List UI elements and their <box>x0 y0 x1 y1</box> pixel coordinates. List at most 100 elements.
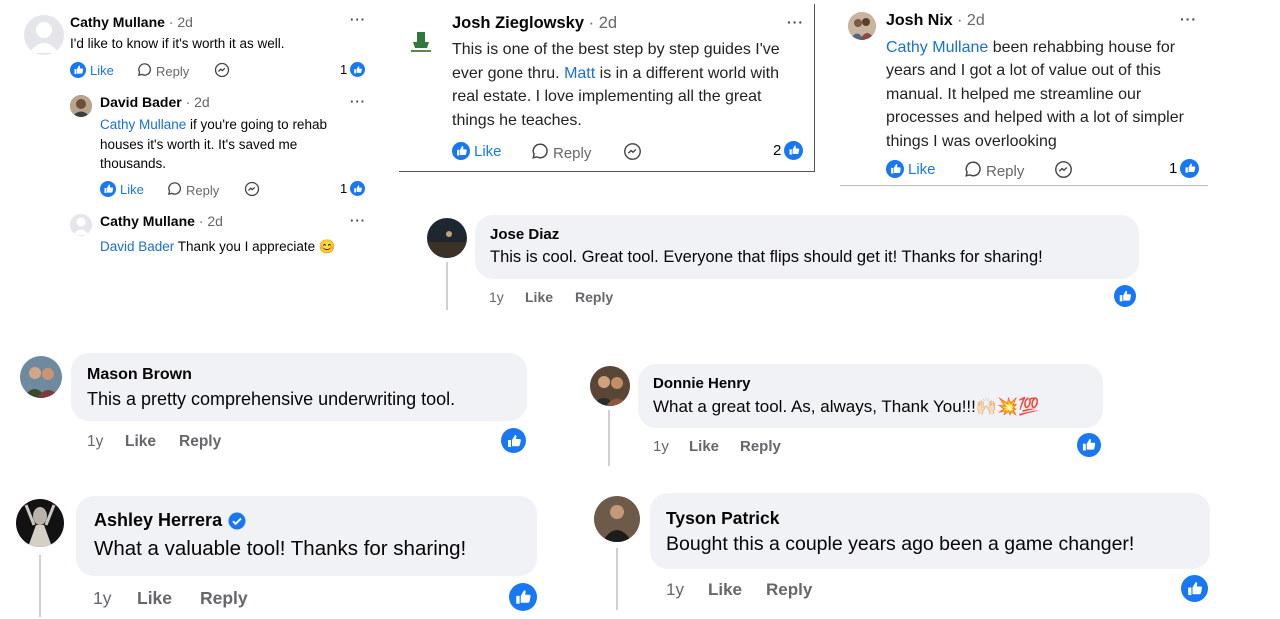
like-reaction-icon[interactable] <box>509 583 537 611</box>
comment-time[interactable]: · 2d <box>169 14 193 30</box>
comment-bubble: Donnie Henry What a great tool. As, alwa… <box>638 364 1103 428</box>
more-options-icon[interactable]: ··· <box>1180 11 1197 27</box>
reply-button[interactable]: Reply <box>200 588 248 609</box>
like-button[interactable]: Like <box>137 588 172 609</box>
like-button[interactable]: Like <box>125 433 156 451</box>
commenter-name[interactable]: David Bader <box>100 94 182 110</box>
reply-button[interactable]: Reply <box>137 62 189 80</box>
commenter-name[interactable]: Josh Zieglowsky <box>452 14 584 32</box>
reply-label: Reply <box>553 144 592 162</box>
like-button[interactable]: Like <box>452 142 502 160</box>
messenger-share-icon[interactable] <box>1054 160 1073 179</box>
commenter-name[interactable]: Cathy Mullane <box>70 14 165 30</box>
reply-label: Reply <box>986 162 1025 180</box>
more-options-icon[interactable]: ··· <box>350 12 366 27</box>
commenter-name[interactable]: Donnie Henry <box>653 375 751 392</box>
comment-text: Cathy Mullane if you're going to rehab h… <box>100 115 362 174</box>
comment-age[interactable]: 1y <box>93 588 111 609</box>
reply-button[interactable]: Reply <box>766 580 812 600</box>
avatar[interactable] <box>24 15 64 55</box>
avatar[interactable] <box>70 95 92 117</box>
reply-button[interactable]: Reply <box>531 142 591 164</box>
thread-line <box>446 262 448 310</box>
comment-text: This is one of the best step by step gui… <box>452 38 804 132</box>
josh-zieglowsky-panel: Josh Zieglowsky · 2d ··· This is one of … <box>399 4 815 172</box>
like-reaction-icon[interactable] <box>1181 575 1208 602</box>
verified-badge-icon <box>228 512 246 530</box>
comment-time[interactable]: · 2d <box>186 94 210 110</box>
comment-text: This is cool. Great tool. Everyone that … <box>490 248 1043 266</box>
like-button[interactable]: Like <box>708 580 742 600</box>
comment-time[interactable]: · 2d <box>957 12 985 29</box>
thread-line <box>608 410 610 466</box>
comment-text: I'd like to know if it's worth it as wel… <box>70 36 285 51</box>
like-label: Like <box>474 142 502 160</box>
mention-link[interactable]: David Bader <box>100 239 174 254</box>
reply-bubble-icon <box>964 160 982 182</box>
like-button[interactable]: Like <box>689 438 719 455</box>
mention-link[interactable]: Matt <box>564 65 595 82</box>
comment-text: This a pretty comprehensive underwriting… <box>87 389 456 409</box>
avatar[interactable] <box>427 218 467 258</box>
josh-nix-panel: Josh Nix · 2d ··· Cathy Mullane been reh… <box>840 4 1208 186</box>
mention-link[interactable]: Cathy Mullane <box>886 39 988 56</box>
reaction-count[interactable]: 2 <box>773 142 781 159</box>
comment-age[interactable]: 1y <box>87 433 103 451</box>
like-icon <box>886 160 904 178</box>
commenter-name[interactable]: Cathy Mullane <box>100 213 195 229</box>
comment-bubble: Mason Brown This a pretty comprehensive … <box>71 353 527 421</box>
like-icon <box>70 62 86 78</box>
more-options-icon[interactable]: ··· <box>350 94 366 109</box>
messenger-share-icon[interactable] <box>623 142 642 161</box>
reply-label: Reply <box>156 63 190 79</box>
commenter-name[interactable]: Mason Brown <box>87 366 192 384</box>
avatar[interactable] <box>20 356 62 398</box>
avatar[interactable] <box>594 496 640 542</box>
more-options-icon[interactable]: ··· <box>787 14 804 30</box>
comment-text: Bought this a couple years ago been a ga… <box>666 533 1135 555</box>
comment-age[interactable]: 1y <box>653 438 669 455</box>
like-icon <box>100 181 116 197</box>
comment-bubble: Ashley Herrera What a valuable tool! Tha… <box>76 496 537 576</box>
like-reaction-icon <box>1180 159 1200 178</box>
like-button[interactable]: Like <box>886 160 936 178</box>
comment-age[interactable]: 1y <box>489 289 504 305</box>
reply-button[interactable]: Reply <box>179 433 221 451</box>
reaction-count[interactable]: 1 <box>340 62 347 77</box>
like-reaction-icon[interactable] <box>1114 285 1136 307</box>
like-reaction-icon <box>350 181 366 196</box>
avatar[interactable] <box>16 499 64 547</box>
thread-line <box>39 555 41 617</box>
reaction-count[interactable]: 1 <box>340 181 347 196</box>
reaction-count[interactable]: 1 <box>1169 160 1177 177</box>
like-label: Like <box>908 160 936 178</box>
avatar[interactable] <box>70 214 92 236</box>
comment-age[interactable]: 1y <box>666 580 684 600</box>
like-button[interactable]: Like <box>70 62 114 78</box>
avatar[interactable] <box>590 366 630 406</box>
mention-link[interactable]: Cathy Mullane <box>100 117 186 132</box>
comment-text: What a great tool. As, always, Thank You… <box>653 397 1040 416</box>
comment-time[interactable]: · 2d <box>199 213 223 229</box>
commenter-name[interactable]: Tyson Patrick <box>666 508 779 529</box>
more-options-icon[interactable]: ··· <box>350 213 366 228</box>
comment-time[interactable]: · 2d <box>589 14 617 32</box>
avatar[interactable] <box>403 22 439 58</box>
like-button[interactable]: Like <box>100 181 144 197</box>
messenger-share-icon[interactable] <box>244 181 260 197</box>
like-reaction-icon[interactable] <box>1077 433 1101 457</box>
reply-button[interactable]: Reply <box>964 160 1024 182</box>
comment-bubble: Tyson Patrick Bought this a couple years… <box>650 493 1210 569</box>
commenter-name[interactable]: Josh Nix <box>886 12 953 29</box>
like-reaction-icon <box>350 62 366 77</box>
avatar[interactable] <box>848 12 876 40</box>
reply-button[interactable]: Reply <box>740 438 781 455</box>
comment-text: Cathy Mullane been rehabbing house for y… <box>886 36 1192 153</box>
like-button[interactable]: Like <box>525 289 553 305</box>
commenter-name[interactable]: Ashley Herrera <box>94 510 222 531</box>
reply-button[interactable]: Reply <box>575 289 613 305</box>
like-reaction-icon[interactable] <box>501 428 526 453</box>
commenter-name[interactable]: Jose Diaz <box>490 226 559 243</box>
messenger-share-icon[interactable] <box>214 62 230 78</box>
reply-button[interactable]: Reply <box>167 181 219 199</box>
